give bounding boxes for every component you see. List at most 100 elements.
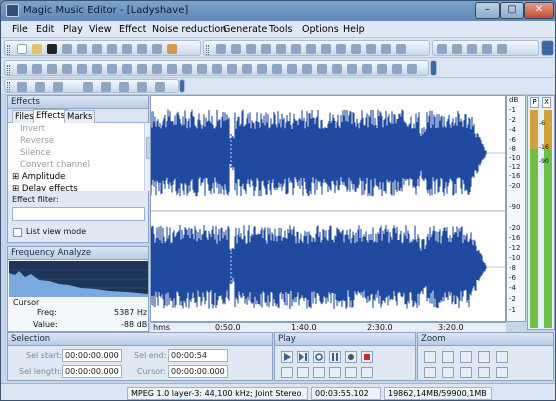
tool-icon[interactable] xyxy=(35,82,45,92)
tool-icon[interactable] xyxy=(101,82,111,92)
effect-icon[interactable] xyxy=(396,44,406,54)
tool-icon[interactable] xyxy=(92,64,102,74)
effect-icon[interactable] xyxy=(381,44,391,54)
tool-icon[interactable] xyxy=(227,64,237,74)
effect-icon[interactable] xyxy=(366,44,376,54)
zoom-selection-icon[interactable] xyxy=(460,351,472,363)
effect-icon[interactable] xyxy=(351,44,361,54)
effect-icon[interactable] xyxy=(482,44,492,54)
effect-icon[interactable] xyxy=(497,44,507,54)
effect-icon[interactable] xyxy=(261,44,271,54)
toolbar-grip[interactable] xyxy=(7,65,10,75)
cursor-pos-field[interactable]: 00:00:00.000 xyxy=(168,365,228,378)
tool-icon[interactable] xyxy=(287,64,297,74)
save-icon[interactable] xyxy=(62,44,72,54)
fast-forward-icon[interactable] xyxy=(345,367,357,378)
record-icon[interactable] xyxy=(47,44,57,54)
tool-icon[interactable] xyxy=(347,64,357,74)
menu-tools[interactable]: Tools xyxy=(269,24,292,35)
toolbar-overflow-button[interactable] xyxy=(541,40,554,56)
effect-icon[interactable] xyxy=(231,44,241,54)
tool-icon[interactable] xyxy=(53,82,63,92)
tab-effects[interactable]: Effects xyxy=(33,109,68,123)
tool-icon[interactable] xyxy=(257,64,267,74)
toolbar-grip[interactable] xyxy=(7,45,10,55)
effect-icon[interactable] xyxy=(452,44,462,54)
effect-filter-input[interactable] xyxy=(12,207,145,221)
menu-noise-reduction[interactable]: Noise reduction xyxy=(152,24,226,35)
tool-icon[interactable] xyxy=(407,64,417,74)
effect-icon[interactable] xyxy=(291,44,301,54)
tool-icon[interactable] xyxy=(17,82,27,92)
tool-icon[interactable] xyxy=(17,64,27,74)
tool-icon[interactable] xyxy=(182,64,192,74)
tool-icon[interactable] xyxy=(212,64,222,74)
loop-icon[interactable] xyxy=(313,351,325,363)
toolbar-grip[interactable] xyxy=(206,45,209,55)
play-cursor-icon[interactable] xyxy=(313,367,325,378)
play-to-end-icon[interactable] xyxy=(297,351,309,363)
record-button-icon[interactable] xyxy=(345,351,357,363)
zoom-tool-icon[interactable] xyxy=(424,367,436,378)
toolbar-overflow-button[interactable] xyxy=(179,79,185,93)
tool-icon[interactable] xyxy=(332,64,342,74)
tool-icon[interactable] xyxy=(122,64,132,74)
tool-icon[interactable] xyxy=(152,64,162,74)
zoom-tool-icon[interactable] xyxy=(478,367,490,378)
effect-icon[interactable] xyxy=(216,44,226,54)
menu-options[interactable]: Options xyxy=(302,24,339,35)
redo-icon[interactable] xyxy=(152,44,162,54)
stop-icon[interactable] xyxy=(361,351,373,363)
go-start-icon[interactable] xyxy=(281,367,293,378)
tool-icon[interactable] xyxy=(392,64,402,74)
tree-item-reverse[interactable]: Reverse xyxy=(20,136,54,146)
effect-icon[interactable] xyxy=(246,44,256,54)
pause-icon[interactable] xyxy=(329,351,341,363)
forward-icon[interactable] xyxy=(329,367,341,378)
tool-icon[interactable] xyxy=(137,82,147,92)
menu-help[interactable]: Help xyxy=(343,24,365,35)
zoom-all-icon[interactable] xyxy=(478,351,490,363)
copy-icon[interactable] xyxy=(107,44,117,54)
tool-icon[interactable] xyxy=(32,64,42,74)
effect-icon[interactable] xyxy=(336,44,346,54)
tool-icon[interactable] xyxy=(302,64,312,74)
meter-x-button[interactable]: X xyxy=(542,97,551,108)
tree-item-amplitude[interactable]: ⊞ Amplitude xyxy=(12,172,65,182)
tool-icon[interactable] xyxy=(83,82,93,92)
menu-view[interactable]: View xyxy=(89,24,112,35)
sel-start-field[interactable]: 00:00:00.000 xyxy=(62,349,122,362)
sel-end-field[interactable]: 00:00:54 xyxy=(168,349,228,362)
zoom-in-icon[interactable] xyxy=(424,351,436,363)
tool-icon[interactable] xyxy=(167,64,177,74)
new-file-icon[interactable] xyxy=(17,44,27,54)
undo-icon[interactable] xyxy=(137,44,147,54)
zoom-tool-icon[interactable] xyxy=(460,367,472,378)
toolbar-overflow-button[interactable] xyxy=(430,60,437,76)
tool-icon[interactable] xyxy=(119,82,129,92)
cut-icon[interactable] xyxy=(92,44,102,54)
tool-icon[interactable] xyxy=(242,64,252,74)
go-end-icon[interactable] xyxy=(361,367,373,378)
toolbar-grip[interactable] xyxy=(7,82,10,92)
zoom-vertical-icon[interactable] xyxy=(496,351,508,363)
effect-icon[interactable] xyxy=(437,44,447,54)
save-as-icon[interactable] xyxy=(77,44,87,54)
tool-icon[interactable] xyxy=(197,64,207,74)
zoom-tool-icon[interactable] xyxy=(442,367,454,378)
properties-icon[interactable] xyxy=(167,44,177,54)
close-button[interactable]: ✕ xyxy=(524,2,554,19)
tool-icon[interactable] xyxy=(77,64,87,74)
menu-play[interactable]: Play xyxy=(63,24,83,35)
tool-icon[interactable] xyxy=(272,64,282,74)
play-icon[interactable] xyxy=(281,351,293,363)
tree-item-silence[interactable]: Silence xyxy=(20,148,51,158)
tool-icon[interactable] xyxy=(317,64,327,74)
effect-icon[interactable] xyxy=(467,44,477,54)
tool-icon[interactable] xyxy=(47,64,57,74)
open-file-icon[interactable] xyxy=(32,44,42,54)
minimize-button[interactable]: – xyxy=(475,2,500,19)
waveform-view[interactable] xyxy=(150,95,506,322)
time-ruler[interactable]: hms 0:50.0 1:40.0 2:30.0 3:20.0 xyxy=(151,322,506,332)
sel-length-field[interactable]: 00:00:00.000 xyxy=(62,365,122,378)
